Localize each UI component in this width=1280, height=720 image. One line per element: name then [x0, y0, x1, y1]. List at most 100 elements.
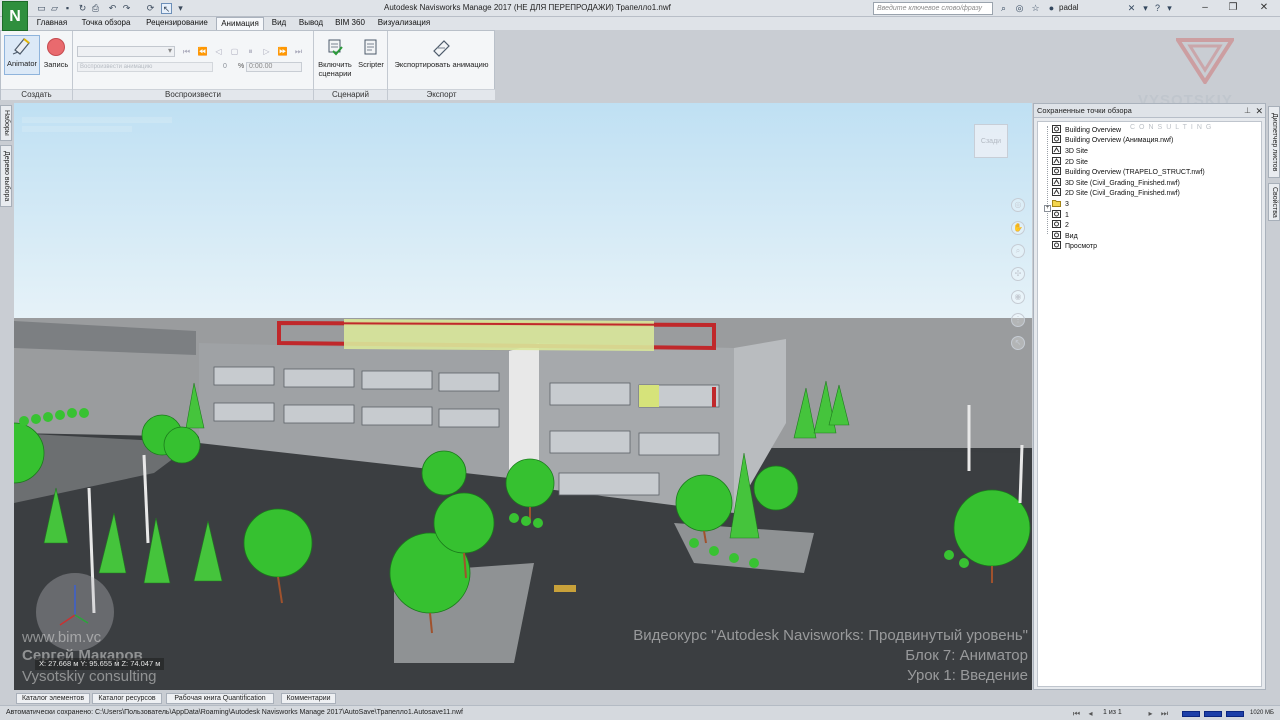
pause-icon[interactable]: ⏸ [245, 46, 256, 57]
enable-scripts-label-1: Включить [318, 60, 352, 69]
viewpoint-camera-icon [1052, 167, 1061, 175]
tab-view[interactable]: Вид [266, 17, 292, 30]
viewpoints-tree[interactable]: + Building Overview Building Overview (А… [1037, 121, 1262, 687]
animation-select[interactable] [77, 46, 175, 57]
undo-icon[interactable]: ↶ [107, 3, 118, 14]
coordinates-readout: X: 27.668 м Y: 95.655 м Z: 74.047 м [35, 658, 165, 670]
viewpoint-item[interactable]: 3D Site (Civil_Grading_Finished.nwf) [1052, 178, 1180, 188]
viewpoint-item[interactable]: 2D Site [1052, 157, 1088, 167]
item-catalog-tab[interactable]: Каталог элементов [16, 693, 90, 704]
orbit-icon[interactable]: ✣ [1011, 267, 1025, 281]
tab-animation[interactable]: Анимация [216, 17, 264, 30]
viewpoint-camera-icon [1052, 220, 1061, 228]
redo-icon[interactable]: ↷ [121, 3, 132, 14]
quantification-workbook-tab[interactable]: Рабочая книга Quantification [166, 693, 274, 704]
record-button[interactable]: Запись [41, 37, 71, 75]
prev-page-icon[interactable]: ◂ [1086, 709, 1095, 718]
watermark-block: Блок 7: Аниматор [905, 647, 1028, 664]
expand-icon[interactable]: + [1044, 205, 1051, 212]
stop-icon[interactable]: ▢ [229, 46, 240, 57]
viewpoint-item[interactable]: Building Overview (TRAPELO_STRUCT.nwf) [1052, 167, 1205, 177]
animation-time-field[interactable]: 0:00.00 [246, 62, 302, 72]
selection-tree-tab[interactable]: Дерево выбора [0, 145, 12, 207]
search-icon[interactable]: ⌕ [998, 3, 1009, 14]
next-page-icon[interactable]: ▸ [1146, 709, 1155, 718]
record-icon [47, 38, 65, 56]
close-panel-icon[interactable]: ✕ [1255, 104, 1263, 118]
viewpoint-folder[interactable]: 3 [1052, 199, 1069, 209]
star-icon[interactable]: ☆ [1030, 3, 1041, 14]
tab-review[interactable]: Рецензирование [139, 17, 215, 30]
step-back-icon[interactable]: ⏪ [197, 46, 208, 57]
look-icon[interactable]: ◉ [1011, 290, 1025, 304]
properties-tab[interactable]: Свойства [1268, 183, 1280, 221]
help-dropdown-icon[interactable]: ▾ [1140, 3, 1151, 14]
steering-wheel-icon[interactable]: ◎ [1011, 198, 1025, 212]
play-reverse-icon[interactable]: ◁ [213, 46, 224, 57]
step-forward-icon[interactable]: ⏩ [277, 46, 288, 57]
to-start-icon[interactable]: ⏮ [181, 46, 192, 57]
viewpoint-camera-icon [1052, 125, 1061, 133]
sync-icon[interactable]: ⟳ [145, 3, 156, 14]
print-icon[interactable]: ⎙ [90, 3, 101, 14]
bottom-tabs: Каталог элементов Каталог ресурсов Рабоч… [0, 691, 1280, 705]
resource-catalog-tab[interactable]: Каталог ресурсов [92, 693, 162, 704]
viewpoint-camera-icon [1052, 135, 1061, 143]
refresh-icon[interactable]: ↻ [77, 3, 88, 14]
new-file-icon[interactable]: ▭ [36, 3, 47, 14]
app-logo[interactable]: N [2, 1, 28, 31]
scripter-button[interactable]: Scripter [355, 37, 387, 73]
memory-usage: 1020 МБ [1250, 710, 1274, 716]
exchange-icon[interactable]: ✕ [1126, 3, 1137, 14]
left-dock: Наборы Дерево выбора [0, 100, 13, 690]
help-icon[interactable]: ? [1152, 3, 1163, 14]
dropdown-icon[interactable]: ▾ [175, 3, 186, 14]
maximize-icon[interactable]: ❐ [1221, 1, 1245, 15]
viewpoint-item[interactable]: 2 [1052, 220, 1069, 230]
comments-tab[interactable]: Комментарии [281, 693, 336, 704]
first-page-icon[interactable]: ⏮ [1072, 709, 1081, 718]
viewcube[interactable]: Сзади [974, 124, 1008, 158]
tab-output[interactable]: Вывод [294, 17, 328, 30]
zoom-icon[interactable]: ⌕ [1011, 244, 1025, 258]
walk-icon[interactable]: ⋮ [1011, 313, 1025, 327]
minimize-icon[interactable]: – [1193, 1, 1217, 15]
last-page-icon[interactable]: ⏭ [1160, 709, 1169, 718]
viewpoint-item[interactable]: 1 [1052, 210, 1069, 220]
viewpoint-item[interactable]: Вид [1052, 231, 1078, 241]
tab-visualization[interactable]: Визуализация [372, 17, 436, 30]
sheet-browser-tab[interactable]: Диспетчер листов [1268, 106, 1280, 178]
open-file-icon[interactable]: ▱ [49, 3, 60, 14]
to-end-icon[interactable]: ⏭ [293, 46, 304, 57]
export-animation-button[interactable]: Экспортировать анимацию [390, 37, 493, 73]
user-name[interactable]: padal [1059, 3, 1079, 12]
viewpoint-item[interactable]: 2D Site (Civil_Grading_Finished.nwf) [1052, 188, 1180, 198]
play-icon[interactable]: ▷ [261, 46, 272, 57]
tab-viewpoint[interactable]: Точка обзора [74, 17, 138, 30]
scripter-label: Scripter [358, 60, 384, 69]
select-tool-icon[interactable]: ↖ [1011, 336, 1025, 350]
sets-tab[interactable]: Наборы [0, 105, 12, 141]
search-input[interactable]: Введите ключевое слово/фразу [873, 2, 993, 15]
group-playback: ⏮ ⏪ ◁ ▢ ⏸ ▷ ⏩ ⏭ Воспроизвести анимацию 0… [73, 31, 314, 100]
close-icon[interactable]: ✕ [1252, 1, 1276, 15]
binoculars-icon[interactable]: ◎ [1014, 3, 1025, 14]
tab-home[interactable]: Главная [31, 17, 73, 30]
viewpoint-item[interactable]: 3D Site [1052, 146, 1088, 156]
save-icon[interactable]: ▪ [62, 3, 73, 14]
3d-viewport[interactable]: Сзади ◎ ✋ ⌕ ✣ ◉ ⋮ ↖ www.bim.vc Сергей Ма… [14, 103, 1032, 690]
pin-icon[interactable]: ⊥ [1244, 104, 1251, 118]
animator-button[interactable]: Animator [4, 35, 40, 75]
viewpoint-item[interactable]: Просмотр [1052, 241, 1097, 251]
select-icon[interactable]: ↖ [161, 3, 172, 14]
viewpoint-item[interactable]: Building Overview (Анимация.nwf) [1052, 135, 1173, 145]
animation-slider[interactable]: Воспроизвести анимацию [77, 62, 213, 72]
user-icon[interactable]: ● [1046, 3, 1057, 14]
brand-logo [1176, 38, 1234, 84]
enable-scripts-button[interactable]: Включить сценарии [316, 37, 354, 81]
help-menu-icon[interactable]: ▾ [1164, 3, 1175, 14]
viewpoint-item[interactable]: Building Overview [1052, 125, 1121, 135]
pan-icon[interactable]: ✋ [1011, 221, 1025, 235]
tab-bim360[interactable]: BIM 360 [330, 17, 370, 30]
folder-icon [1052, 200, 1061, 207]
